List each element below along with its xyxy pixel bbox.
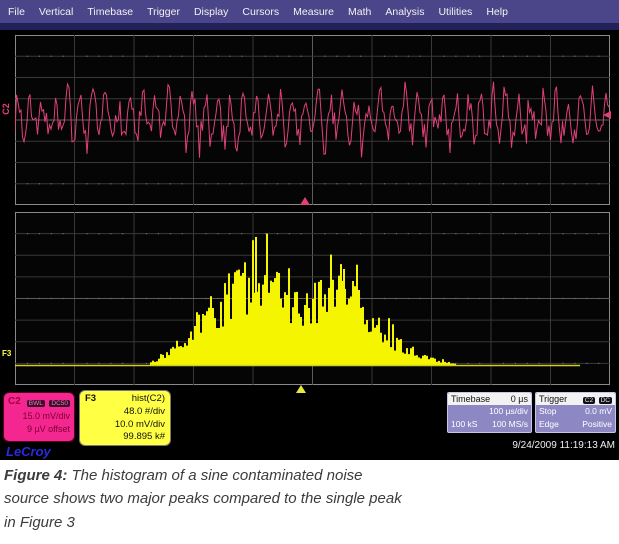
menu-item-cursors[interactable]: Cursors bbox=[242, 6, 279, 18]
f3-mv-per-div: 10.0 mV/div bbox=[85, 419, 165, 432]
menu-item-utilities[interactable]: Utilities bbox=[438, 6, 472, 18]
trace-f3-edge-label[interactable]: F3 bbox=[2, 349, 11, 358]
trigger-panel[interactable]: Trigger C2 DC Stop 0.0 mV Edge Positive bbox=[535, 392, 616, 433]
menu-item-display[interactable]: Display bbox=[194, 6, 228, 18]
channel-c2-descriptor[interactable]: C2 BWL DC50 15.0 mV/div 9 µV offset bbox=[3, 392, 75, 442]
trigger-mode: Stop bbox=[539, 405, 557, 418]
menu-item-timebase[interactable]: Timebase bbox=[87, 6, 133, 18]
menu-item-analysis[interactable]: Analysis bbox=[385, 6, 424, 18]
c2-coupling-badge: DC50 bbox=[49, 400, 70, 407]
c2-descriptor-badges: BWL DC50 bbox=[25, 396, 70, 409]
timebase-delay: 0 µs bbox=[511, 394, 528, 404]
timebase-rate: 100 MS/s bbox=[492, 418, 528, 431]
figure-caption: Figure 4: The histogram of a sine contam… bbox=[4, 464, 408, 534]
histogram-center-marker-icon[interactable] bbox=[296, 385, 306, 393]
c2-bwl-badge: BWL bbox=[27, 400, 45, 407]
channel-c2-edge-label[interactable]: C2 bbox=[1, 98, 11, 120]
datetime-status: 9/24/2009 11:19:13 AM bbox=[512, 440, 615, 451]
menu-item-vertical[interactable]: Vertical bbox=[39, 6, 73, 18]
c2-descriptor-name: C2 bbox=[8, 395, 21, 410]
c2-volts-per-div: 15.0 mV/div bbox=[8, 410, 70, 423]
histogram-graticule-bottom[interactable] bbox=[15, 212, 610, 385]
f3-function: hist(C2) bbox=[132, 393, 165, 406]
f3-population: 99.895 k# bbox=[85, 431, 165, 444]
lecroy-logo: LeCroy bbox=[6, 444, 51, 459]
oscilloscope-window: File Vertical Timebase Trigger Display Cursor… bbox=[0, 0, 619, 460]
trigger-time-marker-icon[interactable] bbox=[300, 197, 310, 205]
trigger-level-arrow-icon[interactable] bbox=[603, 111, 611, 119]
trigger-type: Edge bbox=[539, 418, 559, 431]
trigger-title: Trigger bbox=[539, 394, 567, 404]
menubar: File Vertical Timebase Trigger Display Cursor… bbox=[0, 0, 619, 23]
menu-item-help[interactable]: Help bbox=[486, 6, 508, 18]
menu-item-file[interactable]: File bbox=[8, 6, 25, 18]
c2-offset: 9 µV offset bbox=[8, 423, 70, 436]
trigger-badges: C2 DC bbox=[582, 394, 612, 404]
f3-descriptor-name: F3 bbox=[85, 393, 96, 406]
menubar-shadow bbox=[0, 23, 619, 30]
trigger-coupling-badge: DC bbox=[599, 397, 612, 404]
trigger-level: 0.0 mV bbox=[585, 405, 612, 418]
timebase-title: Timebase bbox=[451, 394, 490, 404]
menu-item-math[interactable]: Math bbox=[348, 6, 371, 18]
noise-trace-plot bbox=[15, 35, 610, 205]
timebase-panel[interactable]: Timebase 0 µs 100 µs/div 100 kS 100 MS/s bbox=[447, 392, 532, 433]
waveform-graticule-top[interactable] bbox=[15, 35, 610, 205]
menu-item-trigger[interactable]: Trigger bbox=[147, 6, 180, 18]
menu-item-measure[interactable]: Measure bbox=[293, 6, 334, 18]
f3-counts-per-div: 48.0 #/div bbox=[85, 406, 165, 419]
trigger-source-badge: C2 bbox=[583, 397, 595, 404]
histogram-plot bbox=[15, 212, 610, 385]
trigger-slope: Positive bbox=[582, 418, 612, 431]
figure-caption-label: Figure 4: bbox=[4, 467, 67, 484]
trace-f3-descriptor[interactable]: F3 hist(C2) 48.0 #/div 10.0 mV/div 99.89… bbox=[79, 390, 171, 446]
screenshot-root: File Vertical Timebase Trigger Display Cursor… bbox=[0, 0, 619, 544]
timebase-samples: 100 kS bbox=[451, 418, 477, 431]
timebase-per-div: 100 µs/div bbox=[489, 405, 528, 418]
